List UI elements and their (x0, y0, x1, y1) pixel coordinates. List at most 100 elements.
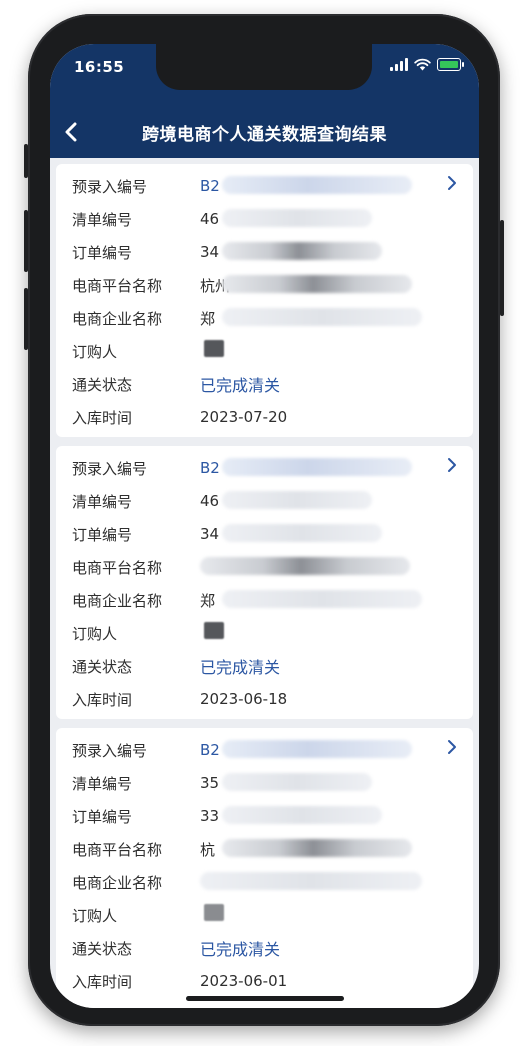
buyer-row: 订购人 (72, 621, 224, 645)
phone-screen: 16:55 跨境电商个人通关数据查询结果 预录入编号 B2 清单编号 46 订单… (50, 44, 479, 1008)
storage-time-label: 入库时间 (72, 408, 133, 427)
record-no-value: B2 (200, 177, 220, 195)
redacted-block (222, 176, 412, 194)
notch (156, 44, 372, 90)
page-title: 跨境电商个人通关数据查询结果 (142, 125, 387, 145)
company-row: 电商企业名称 (72, 870, 422, 894)
redacted-block (222, 773, 372, 791)
status-row: 通关状态 已完成清关 (72, 372, 280, 396)
record-card[interactable]: 预录入编号 B2 清单编号 46 订单编号 34 电商平台名称 杭州 电商企业名… (56, 164, 473, 437)
redacted-block (222, 242, 382, 260)
status-icons (390, 58, 464, 71)
power-button (500, 220, 504, 316)
record-no-row: 预录入编号 B2 (72, 456, 412, 480)
company-label: 电商企业名称 (72, 873, 163, 892)
status-value: 已完成清关 (200, 940, 281, 959)
redacted-block (204, 904, 224, 921)
storage-time-row: 入库时间 2023-07-20 (72, 405, 287, 429)
list-no-row: 清单编号 46 (72, 489, 372, 513)
platform-row: 电商平台名称 杭 (72, 837, 412, 861)
buyer-label: 订购人 (72, 342, 118, 361)
order-no-value: 33 (200, 807, 220, 825)
storage-time-label: 入库时间 (72, 690, 133, 709)
platform-label: 电商平台名称 (72, 276, 163, 295)
buyer-row: 订购人 (72, 903, 224, 927)
storage-time-row: 入库时间 2023-06-01 (72, 969, 287, 993)
record-card[interactable]: 预录入编号 B2 清单编号 46 订单编号 34 电商平台名称 电商企业名称 郑… (56, 446, 473, 719)
status-time: 16:55 (74, 58, 125, 76)
volume-down-button (24, 288, 28, 350)
record-card[interactable]: 预录入编号 B2 清单编号 35 订单编号 33 电商平台名称 杭 电商企业名称… (56, 728, 473, 1008)
status-label: 通关状态 (72, 657, 133, 676)
list-no-value: 35 (200, 774, 220, 792)
buyer-row: 订购人 (72, 339, 224, 363)
company-row: 电商企业名称 郑 (72, 306, 422, 330)
record-no-label: 预录入编号 (72, 177, 148, 196)
mute-switch (24, 144, 28, 178)
redacted-block (204, 340, 224, 357)
order-no-label: 订单编号 (72, 243, 133, 262)
redacted-block (222, 458, 412, 476)
home-indicator[interactable] (186, 996, 344, 1001)
redacted-block (222, 740, 412, 758)
buyer-label: 订购人 (72, 624, 118, 643)
status-row: 通关状态 已完成清关 (72, 654, 280, 678)
company-value: 郑 (200, 309, 216, 328)
record-no-label: 预录入编号 (72, 741, 148, 760)
status-row: 通关状态 已完成清关 (72, 936, 280, 960)
order-no-label: 订单编号 (72, 525, 133, 544)
redacted-block (222, 209, 372, 227)
company-value: 郑 (200, 591, 216, 610)
record-no-value: B2 (200, 741, 220, 759)
order-no-row: 订单编号 34 (72, 240, 382, 264)
nav-bar: 跨境电商个人通关数据查询结果 (50, 106, 479, 158)
list-no-label: 清单编号 (72, 210, 133, 229)
redacted-block (200, 557, 410, 575)
status-label: 通关状态 (72, 939, 133, 958)
phone-frame: 16:55 跨境电商个人通关数据查询结果 预录入编号 B2 清单编号 46 订单… (24, 14, 504, 1026)
platform-label: 电商平台名称 (72, 840, 163, 859)
volume-up-button (24, 210, 28, 272)
redacted-block (222, 839, 412, 857)
record-no-row: 预录入编号 B2 (72, 174, 412, 198)
chevron-right-icon[interactable] (443, 738, 461, 756)
record-no-value: B2 (200, 459, 220, 477)
redacted-block (222, 491, 372, 509)
battery-icon (437, 58, 464, 71)
company-label: 电商企业名称 (72, 309, 163, 328)
status-label: 通关状态 (72, 375, 133, 394)
buyer-label: 订购人 (72, 906, 118, 925)
storage-time-value: 2023-07-20 (200, 408, 288, 426)
record-no-row: 预录入编号 B2 (72, 738, 412, 762)
redacted-block (204, 622, 224, 639)
platform-label: 电商平台名称 (72, 558, 163, 577)
order-no-label: 订单编号 (72, 807, 133, 826)
cellular-signal-icon (390, 58, 408, 71)
status-value: 已完成清关 (200, 658, 281, 677)
platform-row: 电商平台名称 (72, 555, 410, 579)
status-value: 已完成清关 (200, 376, 281, 395)
redacted-block (222, 524, 382, 542)
list-no-value: 46 (200, 210, 220, 228)
redacted-block (222, 806, 382, 824)
redacted-block (222, 308, 422, 326)
redacted-block (222, 275, 412, 293)
list-no-label: 清单编号 (72, 774, 133, 793)
order-no-row: 订单编号 33 (72, 804, 382, 828)
storage-time-value: 2023-06-01 (200, 972, 288, 990)
list-no-row: 清单编号 46 (72, 207, 372, 231)
platform-row: 电商平台名称 杭州 (72, 273, 412, 297)
order-no-value: 34 (200, 243, 220, 261)
chevron-right-icon[interactable] (443, 174, 461, 192)
company-label: 电商企业名称 (72, 591, 163, 610)
platform-value: 杭 (200, 840, 216, 859)
order-no-row: 订单编号 34 (72, 522, 382, 546)
wifi-icon (414, 58, 431, 71)
storage-time-value: 2023-06-18 (200, 690, 288, 708)
redacted-block (200, 872, 422, 890)
record-no-label: 预录入编号 (72, 459, 148, 478)
list-no-row: 清单编号 35 (72, 771, 372, 795)
order-no-value: 34 (200, 525, 220, 543)
chevron-right-icon[interactable] (443, 456, 461, 474)
storage-time-label: 入库时间 (72, 972, 133, 991)
